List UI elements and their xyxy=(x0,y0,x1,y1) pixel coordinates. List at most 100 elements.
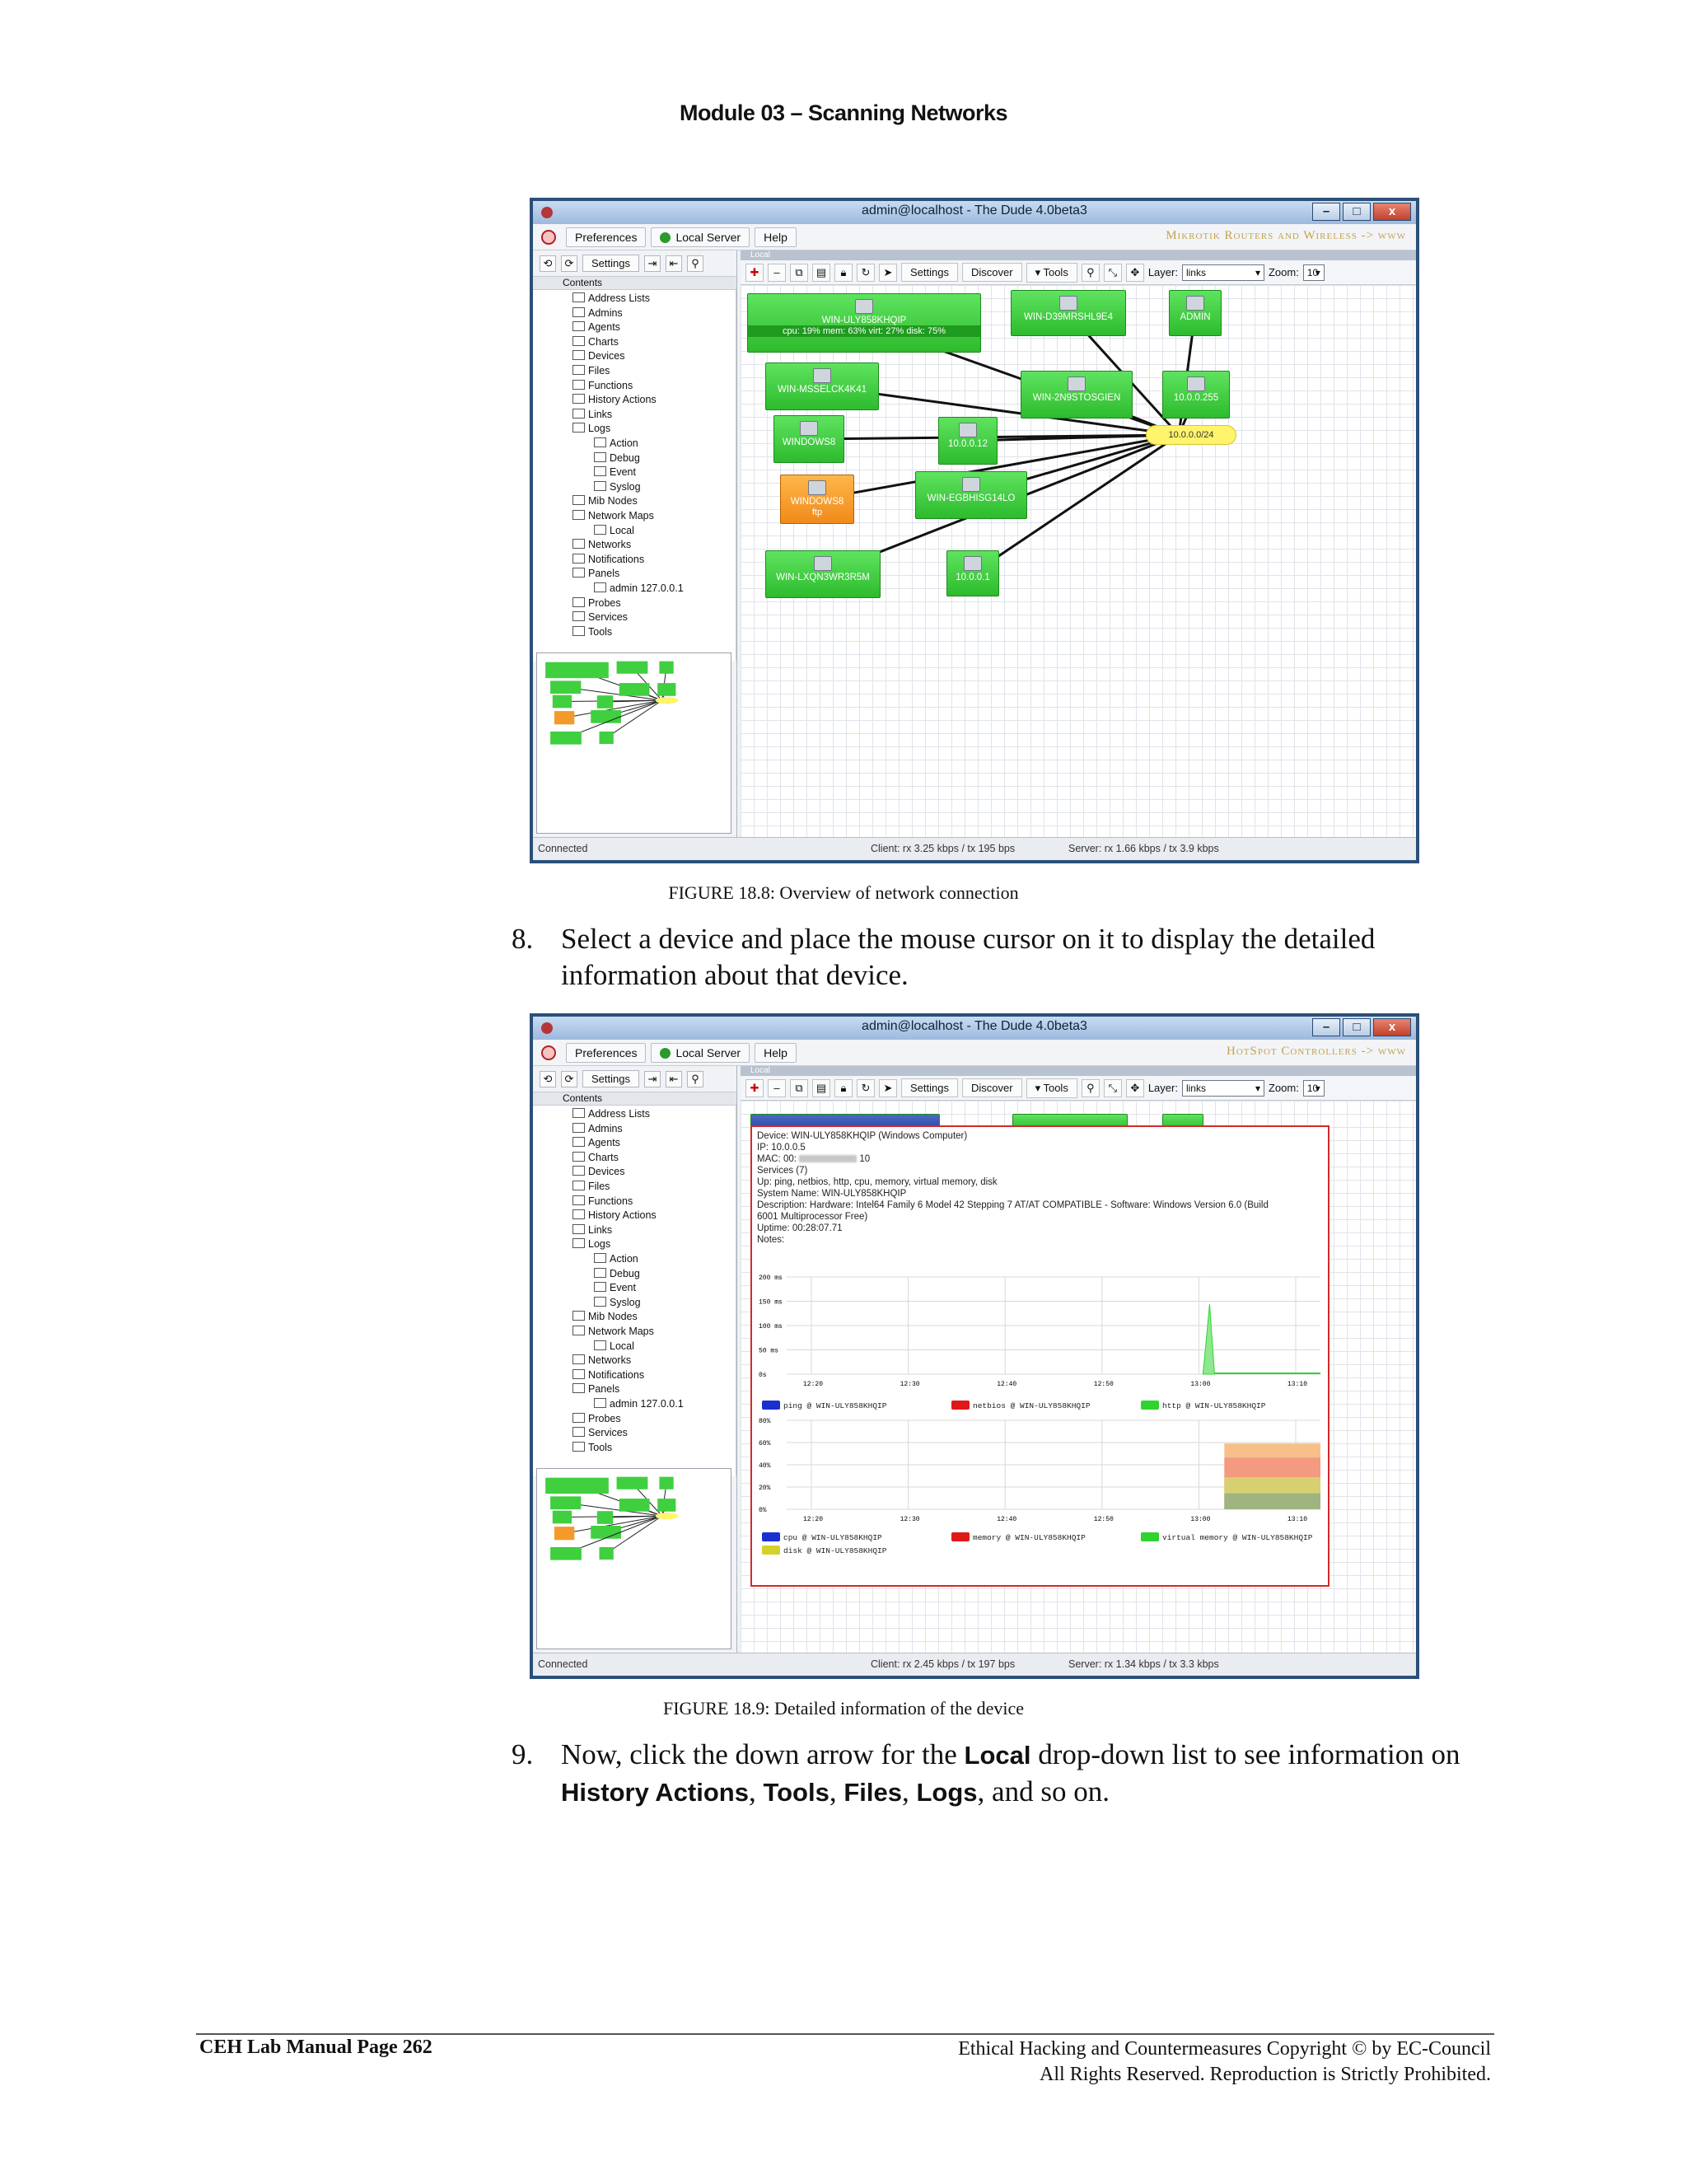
title-bar[interactable]: admin@localhost - The Dude 4.0beta3 – □ x xyxy=(533,1017,1416,1040)
tree-item[interactable]: Links xyxy=(572,1223,612,1237)
back-icon[interactable]: ⟲ xyxy=(540,1070,556,1087)
forward-icon[interactable]: ⟳ xyxy=(561,1070,577,1087)
find-icon[interactable]: ⚲ xyxy=(1081,263,1100,282)
device-node[interactable]: WIN-LXQN3WR3R5M xyxy=(765,550,881,598)
minimap[interactable] xyxy=(536,652,731,834)
map-tab-local[interactable]: Local xyxy=(741,1066,1416,1076)
network-map-canvas[interactable]: Device: WIN-ULY858KHQIP (Windows Compute… xyxy=(741,1101,1416,1653)
tree-item[interactable]: Network Maps xyxy=(572,1325,654,1339)
tree-item[interactable]: Notifications xyxy=(572,553,644,567)
contents-header[interactable]: Contents xyxy=(533,1092,736,1106)
tree-item[interactable]: Probes xyxy=(572,596,621,610)
tree-item[interactable]: Logs xyxy=(572,1237,610,1251)
tree-item[interactable]: Functions xyxy=(572,379,633,393)
tree-item[interactable]: Local xyxy=(594,524,634,538)
copy-icon[interactable]: ⧉ xyxy=(790,1078,808,1097)
tree-item[interactable]: Syslog xyxy=(594,480,641,494)
tree-item[interactable]: Debug xyxy=(594,451,640,465)
tree-item[interactable]: Address Lists xyxy=(572,292,650,306)
maximize-button[interactable]: □ xyxy=(1343,203,1371,221)
layer-select[interactable]: links xyxy=(1181,264,1264,281)
device-node[interactable]: WIN-EGBHISG14LO xyxy=(915,471,1027,519)
tree-item[interactable]: Devices xyxy=(572,349,624,363)
tree-item[interactable]: Notifications xyxy=(572,1368,644,1382)
tree-item[interactable]: Admins xyxy=(572,1122,623,1136)
contents-header[interactable]: Contents xyxy=(533,277,736,290)
tree-item[interactable]: Networks xyxy=(572,1354,631,1368)
tree-item[interactable]: Tools xyxy=(572,1441,612,1455)
tree-item[interactable]: Mib Nodes xyxy=(572,494,638,508)
disconnect-icon[interactable] xyxy=(541,1045,556,1060)
close-button[interactable]: x xyxy=(1373,203,1411,221)
zoom-input[interactable]: 10 xyxy=(1302,1079,1325,1097)
tools-dropdown[interactable]: ▾ Tools xyxy=(1026,262,1077,283)
refresh-icon[interactable]: ↻ xyxy=(857,1078,875,1097)
tree-item[interactable]: Agents xyxy=(572,320,620,334)
link-tool-icon[interactable]: ⤡ xyxy=(1103,1078,1122,1097)
tree-item[interactable]: Mib Nodes xyxy=(572,1310,638,1324)
tree-item[interactable]: Logs xyxy=(572,422,610,436)
device-node[interactable]: 10.0.0.12 xyxy=(938,417,998,465)
tree-item[interactable]: Local xyxy=(594,1340,634,1354)
tree-item[interactable]: Charts xyxy=(572,1151,619,1165)
brand-banner[interactable]: HotSpot Controllers -> www xyxy=(1227,1045,1406,1059)
minimize-button[interactable]: – xyxy=(1312,1018,1340,1036)
layer-select[interactable]: links xyxy=(1181,1079,1264,1097)
tree-item[interactable]: Event xyxy=(594,1281,636,1295)
tree-item[interactable]: Network Maps xyxy=(572,509,654,523)
network-cloud[interactable]: 10.0.0.0/24 xyxy=(1146,425,1236,445)
tree-item[interactable]: Event xyxy=(594,465,636,479)
map-settings-button[interactable]: Settings xyxy=(901,1078,958,1097)
pointer-icon[interactable]: ➤ xyxy=(879,263,897,282)
tree-item[interactable]: Links xyxy=(572,408,612,422)
title-bar[interactable]: admin@localhost - The Dude 4.0beta3 – □ x xyxy=(533,201,1416,224)
map-tab-local[interactable]: Local xyxy=(741,250,1416,260)
tree-item[interactable]: Address Lists xyxy=(572,1107,650,1121)
export-icon[interactable]: ⇥ xyxy=(643,1070,661,1087)
tree-item[interactable]: Syslog xyxy=(594,1296,641,1310)
preferences-button[interactable]: Preferences xyxy=(566,227,647,247)
layout-icon[interactable]: ✥ xyxy=(1125,263,1144,282)
tree-item[interactable]: Debug xyxy=(594,1267,640,1281)
discover-button[interactable]: Discover xyxy=(961,263,1022,282)
tree-item[interactable]: admin 127.0.0.1 xyxy=(594,1397,684,1411)
layout-icon[interactable]: ✥ xyxy=(1125,1078,1144,1097)
device-node[interactable]: 10.0.0.255 xyxy=(1162,371,1230,419)
refresh-icon[interactable]: ↻ xyxy=(857,263,875,282)
tree-item[interactable]: Panels xyxy=(572,1382,619,1396)
tree-item[interactable]: Devices xyxy=(572,1165,624,1179)
tree-item[interactable]: Files xyxy=(572,1180,610,1194)
tree-item[interactable]: Tools xyxy=(572,625,612,639)
device-node[interactable]: 10.0.0.1 xyxy=(946,550,999,596)
remove-icon[interactable]: – xyxy=(768,1078,786,1097)
export-icon[interactable]: ⇥ xyxy=(643,255,661,272)
discover-button[interactable]: Discover xyxy=(961,1078,1022,1097)
sidebar-settings-button[interactable]: Settings xyxy=(582,255,639,272)
help-button[interactable]: Help xyxy=(755,1042,797,1063)
preferences-button[interactable]: Preferences xyxy=(566,1042,647,1063)
tree-item[interactable]: Services xyxy=(572,1426,628,1440)
paste-icon[interactable]: ▤ xyxy=(812,1078,830,1097)
lock-icon[interactable]: 🔒︎ xyxy=(834,263,853,282)
back-icon[interactable]: ⟲ xyxy=(540,255,556,272)
link-tool-icon[interactable]: ⤡ xyxy=(1103,263,1122,282)
binoculars-icon[interactable]: ⚲ xyxy=(686,1070,703,1087)
tree-item[interactable]: Functions xyxy=(572,1195,633,1209)
minimize-button[interactable]: – xyxy=(1312,203,1340,221)
tree-item[interactable]: Networks xyxy=(572,538,631,552)
tree-item[interactable]: Charts xyxy=(572,335,619,349)
device-node[interactable]: WIN-2N9STOSGIEN xyxy=(1021,371,1133,419)
tree-item[interactable]: History Actions xyxy=(572,393,657,407)
lock-icon[interactable]: 🔒︎ xyxy=(834,1078,853,1097)
tree-item[interactable]: Action xyxy=(594,437,638,451)
tree-item[interactable]: Files xyxy=(572,364,610,378)
network-map-canvas[interactable]: WIN-ULY858KHQIP cpu: 19% mem: 63% virt: 2… xyxy=(741,285,1416,837)
tree-item[interactable]: Panels xyxy=(572,567,619,581)
disconnect-icon[interactable] xyxy=(541,229,556,245)
help-button[interactable]: Help xyxy=(755,227,797,247)
device-node[interactable]: WIN-MSSELCK4K41 xyxy=(765,362,879,410)
local-server-button[interactable]: Local Server xyxy=(651,1042,750,1063)
pointer-icon[interactable]: ➤ xyxy=(879,1078,897,1097)
forward-icon[interactable]: ⟳ xyxy=(561,255,577,272)
local-server-button[interactable]: Local Server xyxy=(651,227,750,247)
